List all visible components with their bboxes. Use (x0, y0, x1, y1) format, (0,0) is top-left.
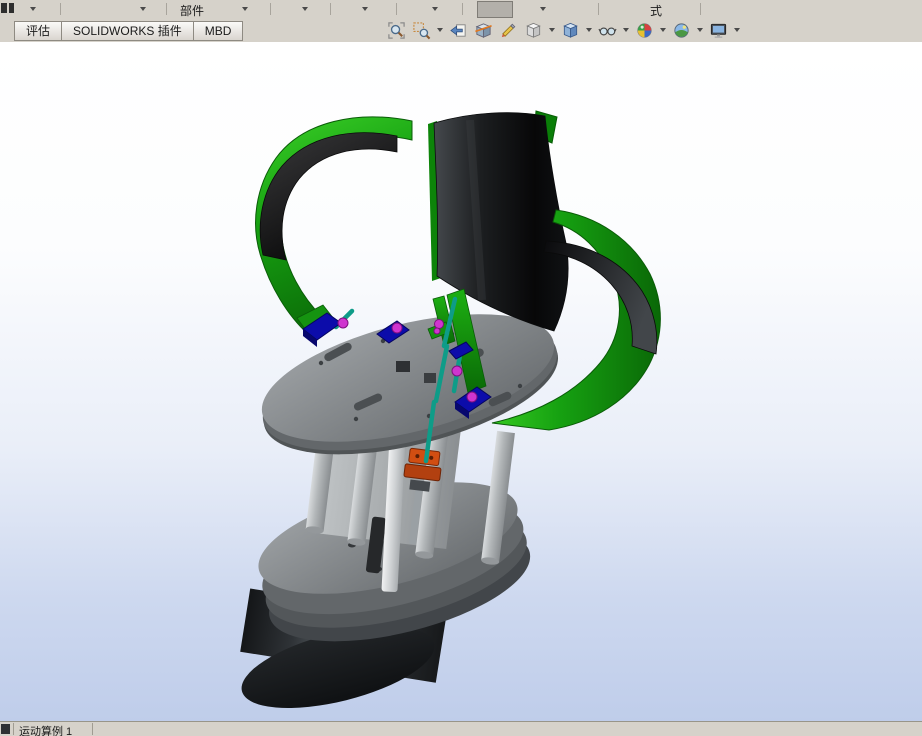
dropdown-arrow-icon[interactable] (362, 7, 368, 11)
zoom-to-fit-icon[interactable] (386, 20, 407, 41)
display-style-dropdown-arrow-icon[interactable] (586, 28, 592, 32)
toolbar-separator (396, 3, 397, 15)
dropdown-arrow-icon[interactable] (540, 7, 546, 11)
solidworks-window: 部件 式 评估 SOLIDWORKS 插件 MBD 运动算例 1 (0, 0, 922, 736)
tab-motion-study[interactable]: 运动算例 1 (19, 723, 72, 736)
section-view-icon[interactable] (473, 20, 494, 41)
dropdown-arrow-icon[interactable] (242, 7, 248, 11)
toolbar-separator (166, 3, 167, 15)
clipped-toolbar-icon[interactable] (1, 3, 7, 13)
command-manager-clipped: 部件 式 (0, 0, 922, 18)
view-orientation-dropdown-arrow-icon[interactable] (549, 28, 555, 32)
apply-scene-dropdown-arrow-icon[interactable] (697, 28, 703, 32)
clipped-button-label[interactable]: 式 (650, 2, 662, 19)
toolbar-separator (598, 3, 599, 15)
hide-show-items-icon[interactable] (597, 20, 618, 41)
tab-evaluate[interactable]: 评估 (14, 21, 63, 41)
dropdown-arrow-icon[interactable] (302, 7, 308, 11)
zoom-dropdown-arrow-icon[interactable] (437, 28, 443, 32)
toolbar-separator (330, 3, 331, 15)
statusbar-separator (92, 723, 93, 735)
graphics-area[interactable] (0, 42, 922, 722)
dropdown-arrow-icon[interactable] (30, 7, 36, 11)
annotation-view-icon[interactable] (498, 20, 519, 41)
hide-show-dropdown-arrow-icon[interactable] (623, 28, 629, 32)
view-settings-dropdown-arrow-icon[interactable] (734, 28, 740, 32)
view-orientation-icon[interactable] (523, 20, 544, 41)
toolbar-separator (462, 3, 463, 15)
toolbar-separator (270, 3, 271, 15)
previous-view-icon[interactable] (448, 20, 469, 41)
active-tool-button[interactable] (477, 1, 513, 18)
command-manager-tab-row: 评估 SOLIDWORKS 插件 MBD (0, 18, 922, 43)
dropdown-arrow-icon[interactable] (432, 7, 438, 11)
view-settings-icon[interactable] (708, 20, 729, 41)
command-manager-tabs: 评估 SOLIDWORKS 插件 MBD (14, 21, 244, 41)
status-bar: 运动算例 1 (0, 721, 922, 736)
clipped-toolbar-icon[interactable] (9, 3, 14, 13)
edit-appearance-icon[interactable] (634, 20, 655, 41)
model-tab-icon-clipped[interactable] (1, 724, 10, 734)
dropdown-arrow-icon[interactable] (140, 7, 146, 11)
toolbar-separator (60, 3, 61, 15)
display-style-icon[interactable] (560, 20, 581, 41)
heads-up-view-toolbar (386, 18, 741, 42)
zoom-to-area-icon[interactable] (411, 20, 432, 41)
apply-scene-icon[interactable] (671, 20, 692, 41)
edit-appearance-dropdown-arrow-icon[interactable] (660, 28, 666, 32)
toolbar-separator (700, 3, 701, 15)
tab-mbd[interactable]: MBD (192, 21, 244, 41)
tab-solidworks-addins[interactable]: SOLIDWORKS 插件 (61, 21, 194, 41)
statusbar-separator (13, 723, 14, 735)
insert-component-button-label[interactable]: 部件 (180, 2, 204, 19)
assembly-3d-model[interactable] (0, 42, 922, 722)
